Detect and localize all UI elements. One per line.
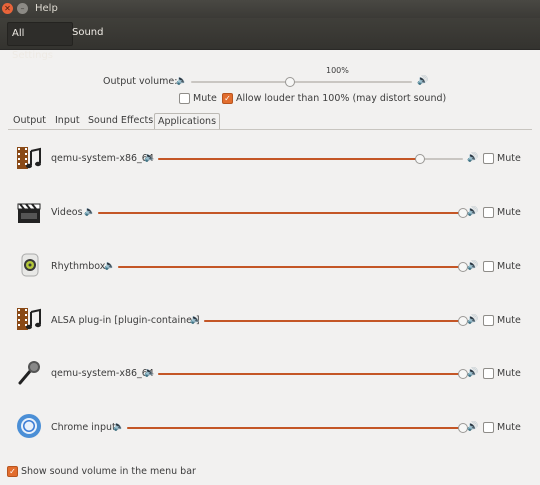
app-name-label: Rhythmbox: [51, 261, 106, 272]
app-volume-fill: [98, 212, 463, 214]
tab-output[interactable]: Output: [10, 113, 49, 129]
app-mute-checkbox[interactable]: [483, 207, 494, 218]
window-title: Help: [35, 3, 58, 14]
output-mute-checkbox[interactable]: [179, 93, 190, 104]
output-volume-label: Output volume:: [103, 76, 178, 87]
app-volume-slider[interactable]: [158, 369, 468, 379]
film-music-icon: [16, 145, 42, 171]
output-volume-slider[interactable]: [191, 77, 412, 87]
app-mute-label: Mute: [497, 368, 521, 379]
volume-low-icon: 🔈: [144, 153, 156, 163]
tab-sound-effects[interactable]: Sound Effects: [85, 113, 156, 129]
volume-high-icon: 🔊: [417, 76, 429, 86]
app-volume-slider[interactable]: [98, 208, 468, 218]
volume-high-icon: 🔊: [467, 207, 479, 217]
app-volume-slider[interactable]: [204, 316, 468, 326]
volume-high-icon: 🔊: [467, 422, 479, 432]
app-volume-fill: [158, 158, 420, 160]
clapperboard-icon: [16, 199, 42, 225]
output-volume-handle[interactable]: [285, 77, 295, 87]
volume-low-icon: 🔈: [84, 207, 96, 217]
film-music-icon: [16, 306, 42, 332]
app-volume-fill: [118, 266, 463, 268]
allow-louder-checkbox[interactable]: ✓: [222, 93, 233, 104]
applications-panel: [8, 129, 532, 457]
app-name-label: qemu-system-x86_64: [51, 153, 154, 164]
volume-high-icon: 🔊: [467, 368, 479, 378]
output-mute-label: Mute: [193, 93, 217, 104]
volume-high-icon: 🔊: [467, 261, 479, 271]
app-mute-label: Mute: [497, 261, 521, 272]
app-mute-label: Mute: [497, 207, 521, 218]
microphone-icon: [16, 359, 42, 385]
app-mute-checkbox[interactable]: [483, 261, 494, 272]
sound-breadcrumb-button[interactable]: Sound: [68, 22, 108, 44]
app-mute-checkbox[interactable]: [483, 422, 494, 433]
app-mute-checkbox[interactable]: [483, 315, 494, 326]
title-bar: ✕ – Help: [0, 0, 540, 18]
volume-low-icon: 🔈: [144, 368, 156, 378]
show-in-menu-bar-label: Show sound volume in the menu bar: [21, 466, 196, 477]
app-mute-checkbox[interactable]: [483, 153, 494, 164]
speaker-icon: [17, 252, 43, 278]
app-volume-slider[interactable]: [127, 423, 468, 433]
tab-applications[interactable]: Applications: [154, 113, 221, 130]
volume-low-icon: 🔈: [190, 315, 202, 325]
app-volume-fill: [127, 427, 463, 429]
show-in-menu-bar-checkbox[interactable]: ✓: [7, 466, 18, 477]
app-name-label: qemu-system-x86_64: [51, 368, 154, 379]
app-volume-slider[interactable]: [158, 154, 463, 164]
app-name-label: Videos: [51, 207, 83, 218]
volume-high-icon: 🔊: [467, 315, 479, 325]
app-mute-label: Mute: [497, 153, 521, 164]
volume-high-icon: 🔊: [467, 153, 479, 163]
all-settings-button[interactable]: All Settings: [7, 22, 73, 61]
volume-low-icon: 🔈: [104, 261, 116, 271]
app-volume-slider[interactable]: [118, 262, 468, 272]
volume-low-icon: 🔈: [113, 422, 125, 432]
app-name-label: Chrome input: [51, 422, 116, 433]
app-mute-checkbox[interactable]: [483, 368, 494, 379]
tab-input[interactable]: Input: [52, 113, 83, 129]
scale-100-percent-marker: 100%: [326, 66, 349, 75]
app-mute-label: Mute: [497, 422, 521, 433]
app-name-label: ALSA plug-in [plugin-container]: [51, 315, 200, 326]
app-volume-handle[interactable]: [415, 154, 425, 164]
navigation-bar: All Settings Sound: [0, 18, 540, 61]
minimize-window-button[interactable]: –: [17, 3, 28, 14]
volume-low-icon: 🔈: [176, 76, 188, 86]
app-volume-fill: [204, 320, 463, 322]
app-volume-fill: [158, 373, 463, 375]
close-window-button[interactable]: ✕: [2, 3, 13, 14]
app-mute-label: Mute: [497, 315, 521, 326]
allow-louder-label: Allow louder than 100% (may distort soun…: [236, 93, 447, 104]
chrome-icon: [16, 413, 42, 439]
